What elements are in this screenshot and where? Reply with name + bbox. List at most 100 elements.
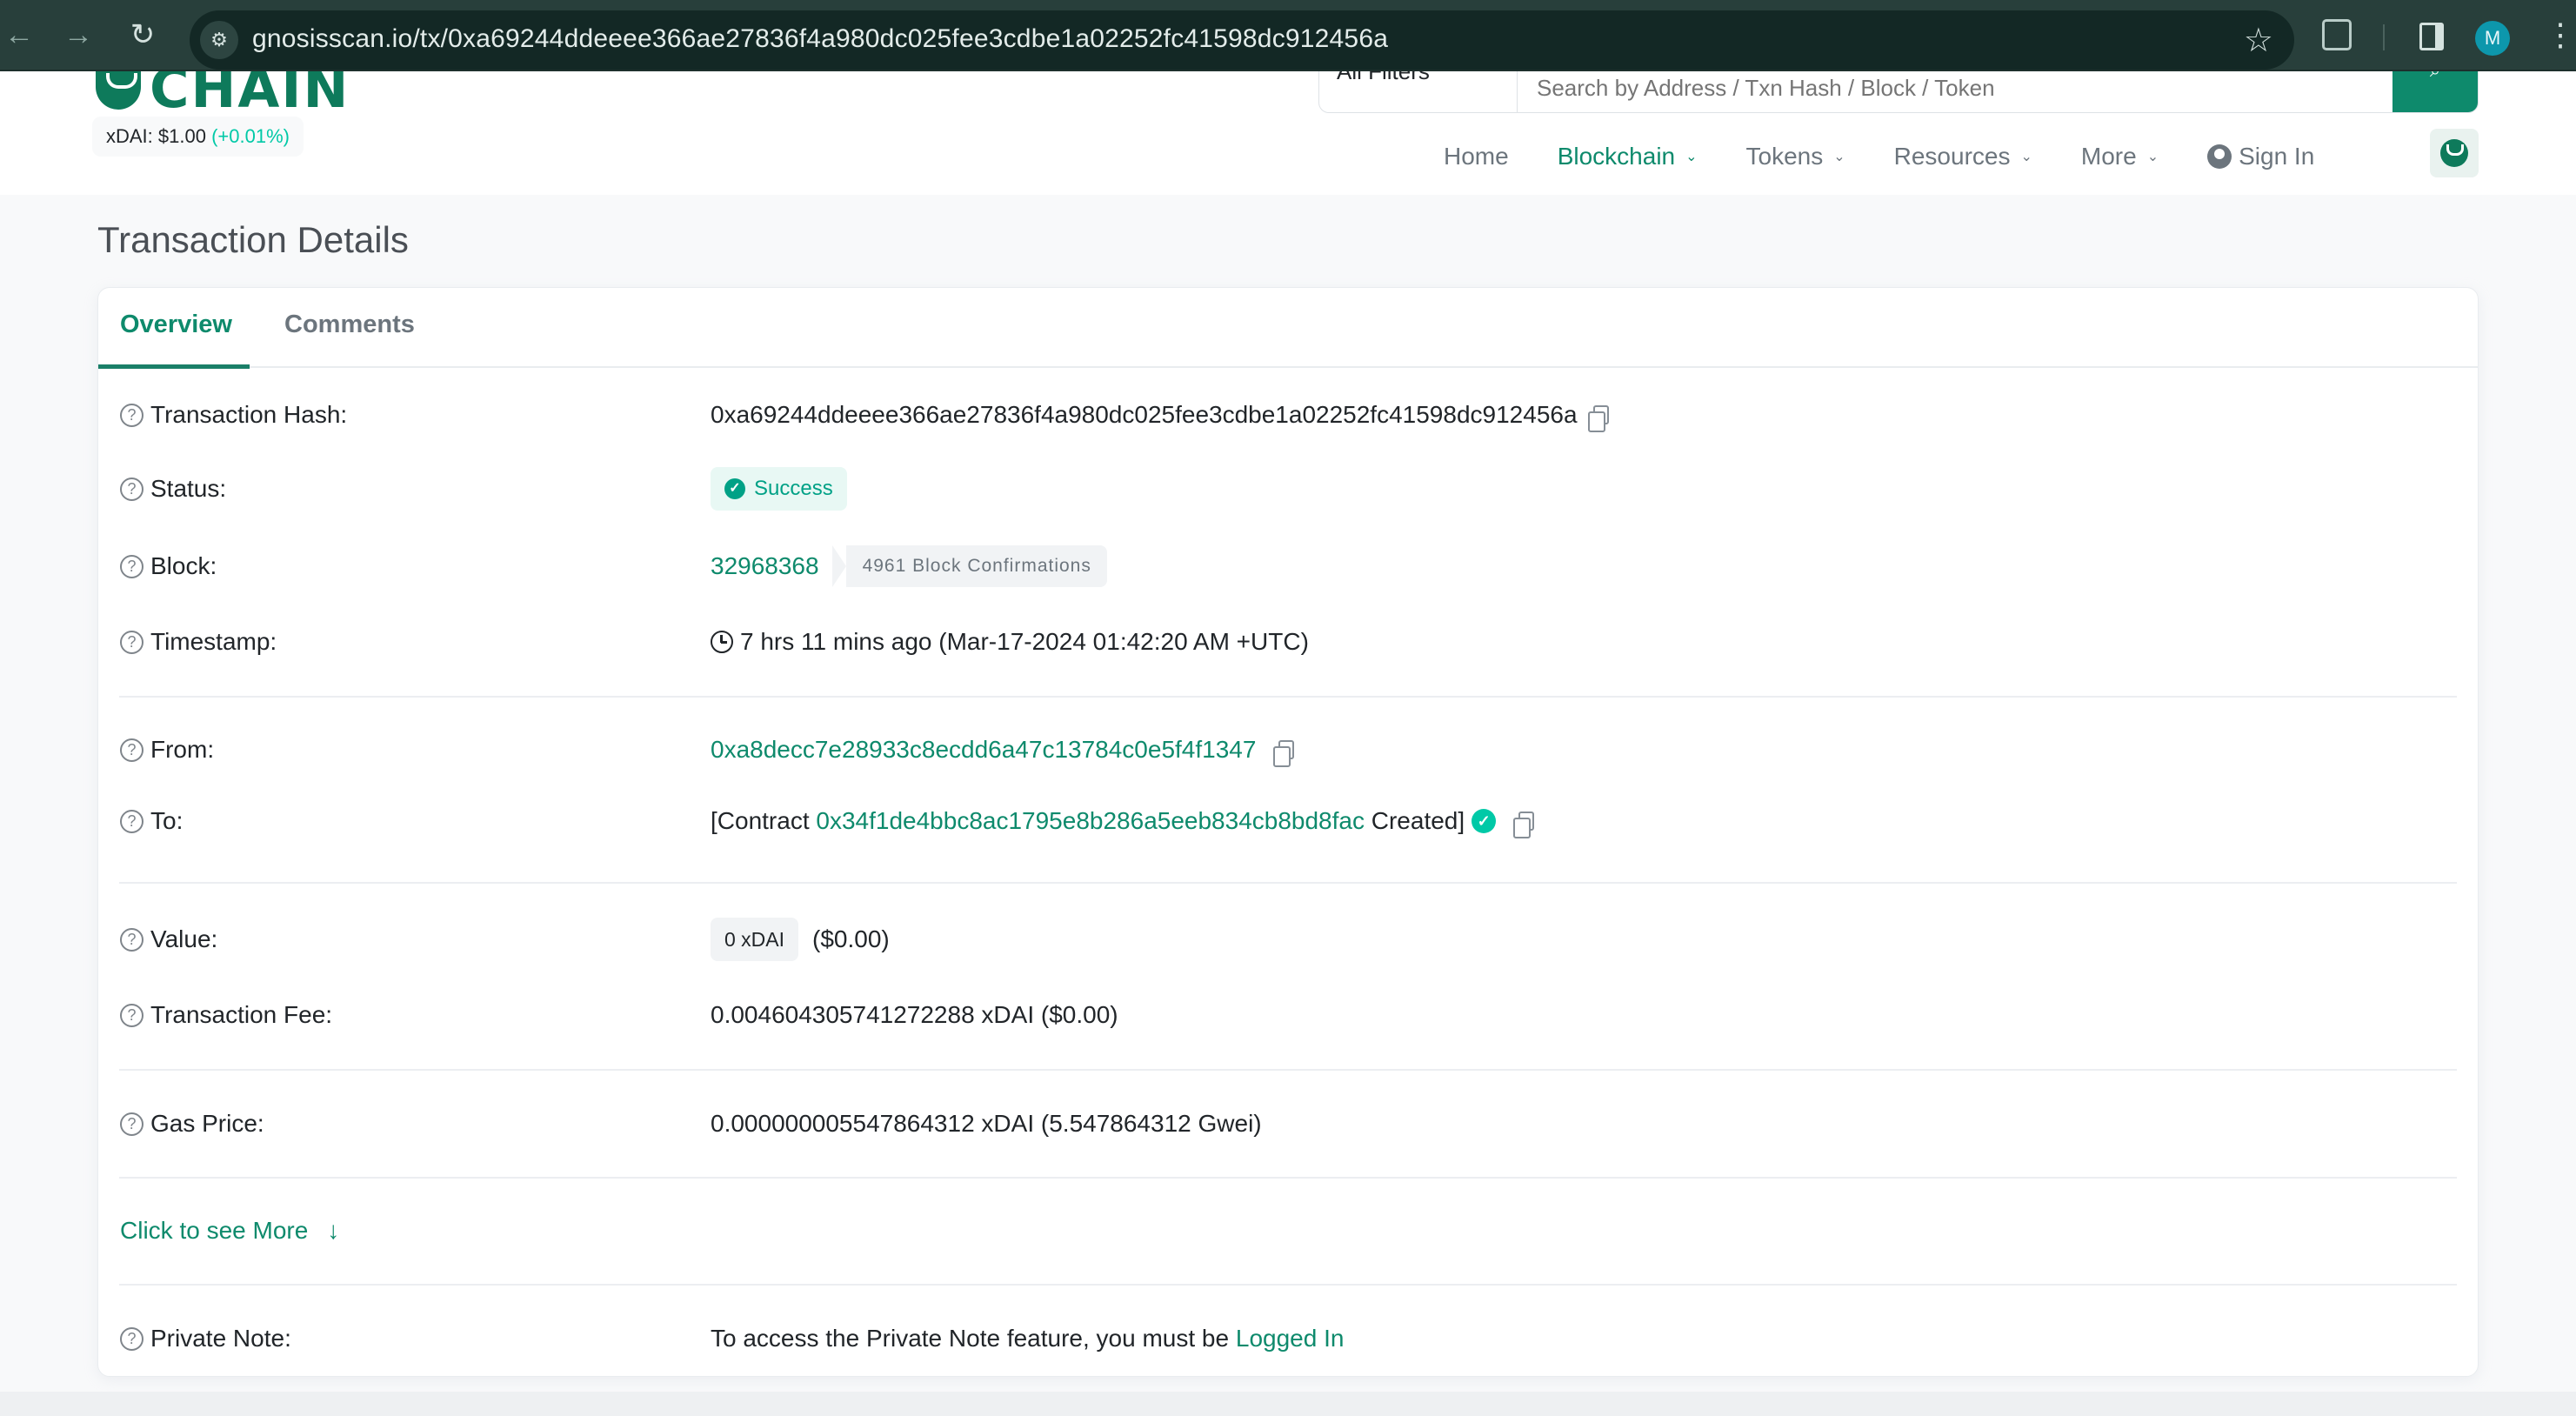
tab-bar: Overview Comments: [98, 288, 2478, 369]
nav-tokens-label: Tokens: [1745, 143, 1824, 170]
see-more-toggle[interactable]: Click to see More ↓: [120, 1217, 339, 1245]
nav-blockchain[interactable]: Blockchain ⌄: [1558, 143, 1698, 170]
row-status: ? Status: ✓ Success: [98, 463, 2478, 515]
help-question-icon[interactable]: ?: [120, 1003, 143, 1027]
label-text: Transaction Fee:: [150, 1001, 333, 1028]
value-from: 0xa8decc7e28933c8ecdd6a47c13784c0e5f4f13…: [711, 736, 1295, 767]
back-arrow-icon[interactable]: ←: [3, 19, 35, 50]
copy-icon[interactable]: [1513, 812, 1535, 838]
label-gas-price: ? Gas Price:: [120, 1110, 264, 1138]
browser-toolbar: ← → ↻ ⚙ gnosisscan.io/tx/0xa69244ddeeee3…: [0, 0, 2576, 71]
logged-in-link[interactable]: Logged In: [1236, 1325, 1345, 1353]
label-text: Block:: [150, 552, 217, 579]
sign-in-label: Sign In: [2239, 143, 2315, 170]
row-to: ? To: [Contract 0x34f1de4bbc8ac1795e8b28…: [98, 795, 2478, 847]
chevron-down-icon: ⌄: [2020, 150, 2032, 164]
nav-tokens[interactable]: Tokens ⌄: [1746, 143, 1845, 170]
nav-more[interactable]: More ⌄: [2081, 143, 2159, 170]
value-timestamp: 7 hrs 11 mins ago (Mar-17-2024 01:42:20 …: [711, 628, 1309, 656]
help-question-icon[interactable]: ?: [120, 927, 143, 952]
nav-blockchain-label: Blockchain: [1557, 143, 1676, 170]
row-transaction-hash: ? Transaction Hash: 0xa69244ddeeee366ae2…: [98, 389, 2478, 441]
nav-resources[interactable]: Resources ⌄: [1894, 143, 2032, 170]
url-text[interactable]: gnosisscan.io/tx/0xa69244ddeeee366ae2783…: [252, 24, 1388, 54]
help-question-icon[interactable]: ?: [120, 738, 143, 762]
help-question-icon[interactable]: ?: [120, 554, 143, 578]
check-circle-icon: ✓: [724, 478, 745, 499]
xdai-price: xDAI: $1.00 (+0.01%): [92, 117, 304, 157]
value-amount-chip: 0 xDAI: [711, 918, 799, 961]
site-info-icon[interactable]: ⚙: [200, 21, 238, 59]
label-from: ? From:: [120, 736, 214, 764]
network-switch-button[interactable]: [2430, 129, 2479, 177]
help-question-icon[interactable]: ?: [120, 1326, 143, 1351]
label-text: Status:: [150, 475, 227, 502]
to-prefix: [Contract: [711, 807, 810, 834]
nav-home[interactable]: Home: [1444, 143, 1509, 170]
contract-address-link[interactable]: 0x34f1de4bbc8ac1795e8b286a5eeb834cb8bd8f…: [816, 807, 1365, 835]
help-question-icon[interactable]: ?: [120, 809, 143, 833]
tab-overview[interactable]: Overview: [120, 311, 232, 339]
value-block: 32968368 4961 Block Confirmations: [711, 545, 1107, 587]
main-nav: Home Blockchain ⌄ Tokens ⌄ Resources ⌄ M…: [1444, 134, 2363, 179]
xdai-price-value: xDAI: $1.00: [106, 125, 206, 147]
block-number-link[interactable]: 32968368: [711, 552, 819, 580]
to-suffix: Created]: [1371, 807, 1465, 834]
user-circle-icon: [2207, 144, 2232, 169]
help-question-icon[interactable]: ?: [120, 630, 143, 654]
row-transaction-fee: ? Transaction Fee: 0.004604305741272288 …: [98, 989, 2478, 1041]
gnosis-owl-icon: [96, 68, 141, 110]
value-value: 0 xDAI ($0.00): [711, 918, 890, 961]
help-question-icon[interactable]: ?: [120, 403, 143, 427]
clock-icon: [711, 631, 733, 653]
value-transaction-fee: 0.004604305741272288 xDAI ($0.00): [711, 1001, 1118, 1029]
label-private-note: ? Private Note:: [120, 1325, 291, 1353]
block-confirmations: 4961 Block Confirmations: [831, 545, 1107, 587]
value-transaction-hash: 0xa69244ddeeee366ae27836f4a980dc025fee3c…: [711, 401, 1609, 432]
from-address-link[interactable]: 0xa8decc7e28933c8ecdd6a47c13784c0e5f4f13…: [711, 736, 1256, 764]
value-status: ✓ Success: [711, 467, 847, 511]
label-transaction-hash: ? Transaction Hash:: [120, 401, 347, 429]
nav-resources-label: Resources: [1893, 143, 2011, 170]
sign-in-link[interactable]: Sign In: [2207, 143, 2314, 170]
section-divider: [119, 1284, 2457, 1286]
label-text: Gas Price:: [150, 1110, 264, 1137]
row-value: ? Value: 0 xDAI ($0.00): [98, 913, 2478, 965]
browser-menu-icon[interactable]: ⋮: [2545, 16, 2576, 54]
tab-comments[interactable]: Comments: [284, 311, 415, 339]
address-bar[interactable]: ⚙ gnosisscan.io/tx/0xa69244ddeeee366ae27…: [190, 10, 2294, 70]
page-footer-strip: [0, 1392, 2576, 1416]
row-timestamp: ? Timestamp: 7 hrs 11 mins ago (Mar-17-2…: [98, 616, 2478, 668]
section-divider: [119, 696, 2457, 698]
label-status: ? Status:: [120, 475, 226, 503]
label-text: From:: [150, 736, 215, 763]
help-question-icon[interactable]: ?: [120, 1112, 143, 1136]
section-divider: [119, 1177, 2457, 1179]
row-gas-price: ? Gas Price: 0.000000005547864312 xDAI (…: [98, 1098, 2478, 1150]
forward-arrow-icon[interactable]: →: [63, 19, 94, 50]
gnosis-owl-icon: [2440, 139, 2468, 167]
section-divider: [119, 882, 2457, 884]
value-private-note: To access the Private Note feature, you …: [711, 1325, 1344, 1353]
arrow-down-icon: ↓: [327, 1217, 340, 1244]
toolbar-separator: [2383, 24, 2385, 50]
help-question-icon[interactable]: ?: [120, 477, 143, 501]
value-to: [Contract 0x34f1de4bbc8ac1795e8b286a5eeb…: [711, 807, 1535, 838]
side-panel-icon[interactable]: [2419, 23, 2444, 50]
label-timestamp: ? Timestamp:: [120, 628, 277, 656]
extensions-puzzle-icon[interactable]: [2322, 19, 2352, 50]
see-more-label: Click to see More: [120, 1217, 309, 1244]
private-note-text: To access the Private Note feature, you …: [711, 1325, 1230, 1352]
value-gas-price: 0.000000005547864312 xDAI (5.547864312 G…: [711, 1110, 1262, 1138]
copy-icon[interactable]: [1587, 405, 1609, 432]
reload-icon[interactable]: ↻: [127, 19, 158, 50]
bookmark-star-icon[interactable]: ☆: [2244, 21, 2273, 60]
fee-text: 0.004604305741272288 xDAI ($0.00): [711, 1001, 1118, 1028]
profile-avatar[interactable]: M: [2475, 21, 2510, 56]
nav-more-label: More: [2080, 143, 2137, 170]
xdai-price-change: (+0.01%): [211, 125, 290, 147]
chevron-down-icon: ⌄: [1833, 150, 1845, 164]
copy-icon[interactable]: [1273, 740, 1295, 767]
row-block: ? Block: 32968368 4961 Block Confirmatio…: [98, 540, 2478, 592]
label-transaction-fee: ? Transaction Fee:: [120, 1001, 332, 1029]
